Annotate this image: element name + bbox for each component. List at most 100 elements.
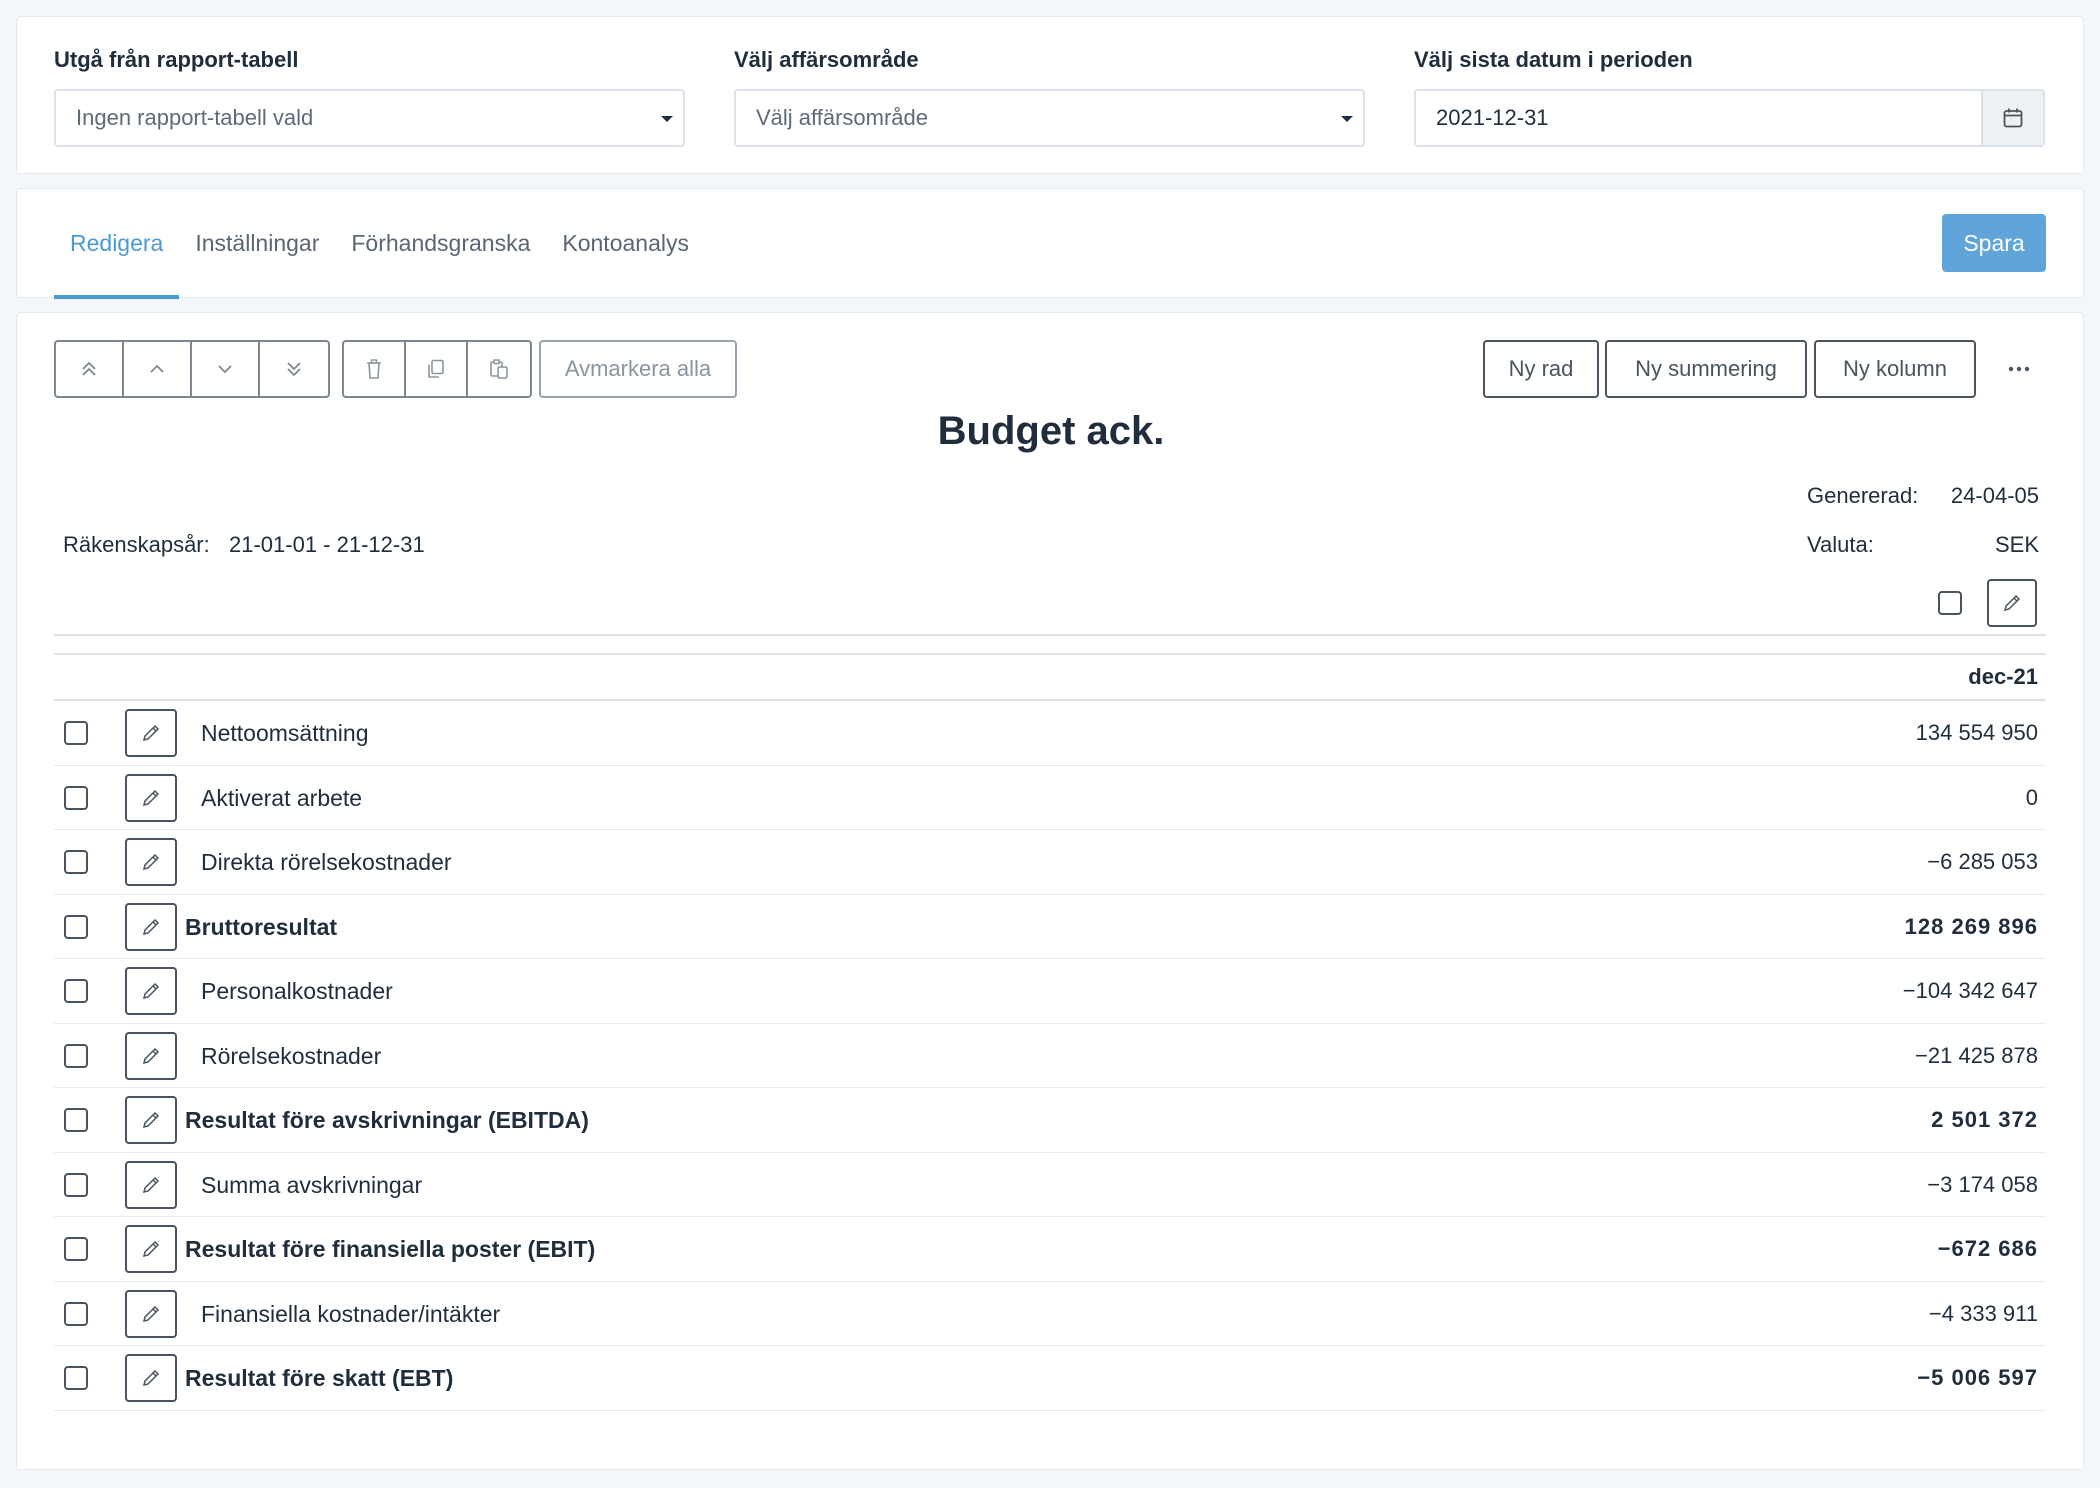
move-to-bottom-button[interactable]: [260, 342, 328, 396]
save-button[interactable]: Spara: [1942, 214, 2046, 272]
row-edit-button[interactable]: [125, 773, 177, 822]
paste-icon: [490, 359, 508, 379]
table-row: Aktiverat arbete 0: [54, 766, 2046, 830]
report-table-filter: Utgå från rapport-tabell Ingen rapport-t…: [54, 45, 685, 147]
row-value: 134 554 950: [1915, 720, 2038, 745]
business-area-value: Välj affärsområde: [756, 105, 929, 130]
row-edit-button[interactable]: [125, 1289, 177, 1338]
divider: [54, 634, 2046, 636]
report-table-select[interactable]: Ingen rapport-tabell vald: [54, 89, 685, 147]
row-checkbox[interactable]: [64, 850, 88, 874]
row-edit-button[interactable]: [125, 902, 177, 951]
pencil-icon: [142, 724, 160, 742]
new-column-button[interactable]: Ny kolumn: [1814, 340, 1976, 398]
pencil-icon: [142, 1240, 160, 1258]
move-up-button[interactable]: [124, 342, 192, 396]
tab-redigera[interactable]: Redigera: [54, 189, 180, 299]
row-checkbox[interactable]: [64, 1301, 88, 1326]
pencil-icon: [142, 1305, 160, 1322]
table-row: Bruttoresultat 128 269 896: [54, 895, 2046, 959]
pencil-icon: [142, 1369, 160, 1387]
table-row: Resultat före finansiella poster (EBIT) …: [54, 1217, 2046, 1282]
move-up-icon: [150, 364, 164, 373]
pencil-icon: [142, 918, 160, 935]
table-row: Resultat före skatt (EBT) −5 006 597: [54, 1346, 2046, 1411]
row-checkbox[interactable]: [64, 1043, 88, 1068]
row-value: 2 501 372: [1931, 1107, 2038, 1132]
row-label: Finansiella kostnader/intäkter: [201, 1300, 501, 1327]
move-to-top-icon: [82, 361, 96, 376]
row-value: −672 686: [1937, 1236, 2038, 1261]
row-checkbox[interactable]: [64, 979, 88, 1003]
report-table-label: Utgå från rapport-tabell: [54, 47, 299, 72]
calendar-icon: [2003, 108, 2023, 128]
row-checkbox[interactable]: [64, 1366, 88, 1390]
move-down-button[interactable]: [192, 342, 260, 396]
calendar-button[interactable]: [1981, 91, 2043, 145]
table-row: Finansiella kostnader/intäkter −4 333 91…: [54, 1282, 2046, 1346]
fiscal-year-value: 21-01-01 - 21-12-31: [229, 532, 425, 557]
row-checkbox[interactable]: [64, 1108, 88, 1132]
row-value: 128 269 896: [1904, 913, 2038, 939]
row-edit-button[interactable]: [125, 967, 177, 1015]
row-checkbox[interactable]: [64, 914, 88, 939]
row-edit-button[interactable]: [125, 1031, 177, 1080]
pencil-icon: [142, 1111, 160, 1129]
report-title: Budget ack.: [937, 409, 1165, 453]
pencil-icon: [142, 1176, 160, 1193]
delete-button[interactable]: [344, 342, 406, 396]
row-checkbox[interactable]: [64, 721, 88, 745]
row-edit-button[interactable]: [125, 1354, 177, 1402]
pencil-icon: [142, 982, 160, 1000]
new-row-button[interactable]: Ny rad: [1483, 340, 1599, 398]
tab-forhandsgranska[interactable]: Förhandsgranska: [335, 189, 546, 299]
move-to-top-button[interactable]: [56, 342, 124, 396]
column-edit-button[interactable]: [1987, 579, 2037, 627]
copy-icon: [428, 359, 444, 378]
currency-value: SEK: [1994, 532, 2039, 557]
filter-panel: Utgå från rapport-tabell Ingen rapport-t…: [16, 16, 2084, 174]
move-down-icon: [218, 365, 232, 374]
row-edit-button[interactable]: [125, 1225, 177, 1273]
new-sum-button[interactable]: Ny summering: [1605, 340, 1807, 398]
row-label: Resultat före avskrivningar (EBITDA): [185, 1107, 589, 1133]
caret-down-icon: [661, 116, 673, 122]
trash-icon: [367, 359, 381, 379]
generated-label: Genererad:: [1807, 483, 1919, 508]
business-area-select[interactable]: Välj affärsområde: [734, 89, 1365, 147]
row-checkbox[interactable]: [64, 1172, 88, 1197]
table-row: Personalkostnader −104 342 647: [54, 959, 2046, 1024]
row-label: Bruttoresultat: [185, 913, 338, 940]
copy-button[interactable]: [406, 342, 468, 396]
tabs-panel: Redigera Inställningar Förhandsgranska K…: [16, 188, 2084, 299]
paste-button[interactable]: [468, 342, 530, 396]
report-rows: Nettoomsättning 134 554 950 Aktiverat ar…: [54, 701, 2046, 1411]
deselect-all-button[interactable]: Avmarkera alla: [539, 340, 737, 398]
more-options-button[interactable]: [1999, 340, 2039, 398]
tab-bar: Redigera Inställningar Förhandsgranska K…: [54, 189, 705, 299]
row-checkbox[interactable]: [64, 785, 88, 810]
row-edit-button[interactable]: [125, 1160, 177, 1209]
last-date-picker: 2021-12-31: [1414, 89, 2045, 147]
row-edit-button[interactable]: [125, 1096, 177, 1144]
row-value: 0: [2025, 784, 2038, 810]
row-edit-button[interactable]: [125, 838, 177, 886]
row-label: Direkta rörelsekostnader: [201, 849, 452, 875]
pencil-icon: [142, 853, 160, 871]
generated-value: 24-04-05: [1950, 483, 2039, 508]
row-edit-button[interactable]: [125, 709, 177, 757]
fiscal-year-label: Räkenskapsår:: [63, 532, 210, 557]
tab-kontoanalys[interactable]: Kontoanalys: [546, 189, 705, 299]
table-row: Resultat före avskrivningar (EBITDA) 2 5…: [54, 1088, 2046, 1153]
column-checkbox[interactable]: [1938, 591, 1962, 615]
table-row: Direkta rörelsekostnader −6 285 053: [54, 830, 2046, 895]
move-button-group: [54, 340, 330, 398]
tab-installningar[interactable]: Inställningar: [179, 189, 335, 299]
row-value: −6 285 053: [1927, 849, 2038, 874]
row-checkbox[interactable]: [64, 1237, 88, 1261]
report-table-value: Ingen rapport-tabell vald: [76, 105, 314, 130]
table-row: Summa avskrivningar −3 174 058: [54, 1153, 2046, 1217]
row-label: Rörelsekostnader: [201, 1042, 382, 1069]
row-value: −5 006 597: [1917, 1365, 2038, 1390]
last-date-input[interactable]: 2021-12-31: [1416, 91, 1981, 145]
